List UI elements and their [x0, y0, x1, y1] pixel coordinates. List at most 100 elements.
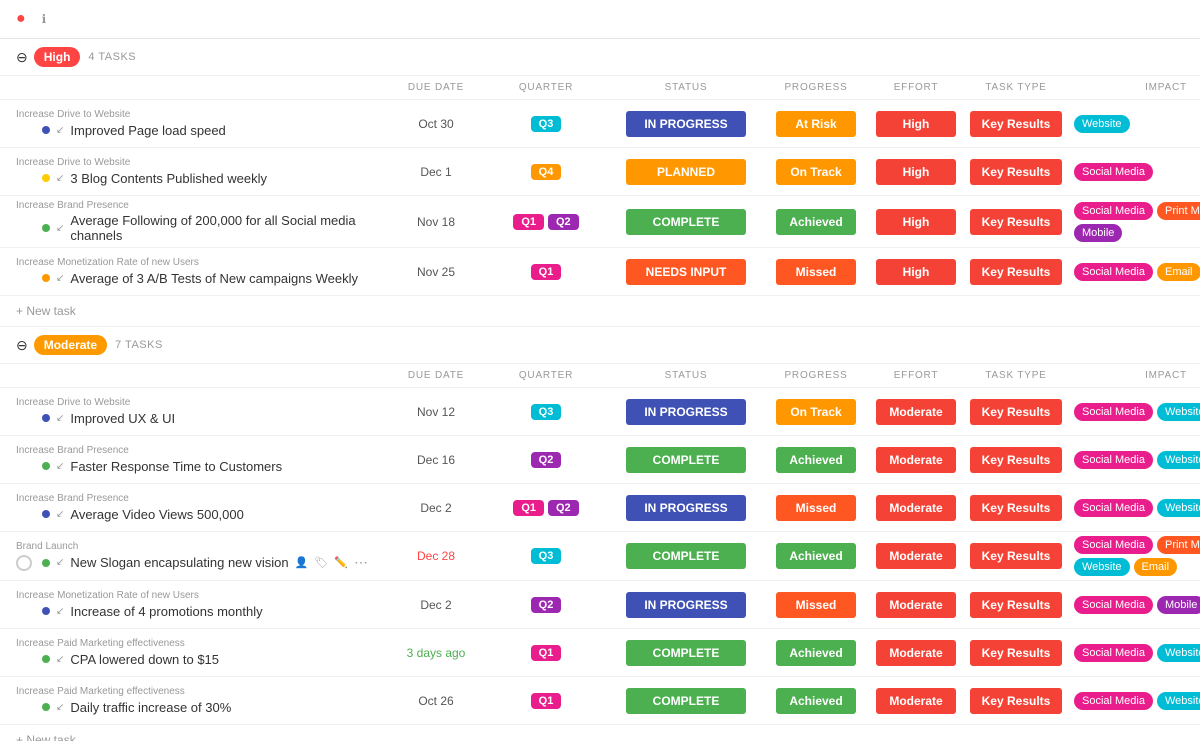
- table-row: Increase Monetization Rate of new Users …: [0, 248, 1200, 296]
- task-type-cell: Key Results: [966, 543, 1066, 569]
- subtask-icon: ↙: [56, 557, 64, 568]
- col-quarter: QUARTER: [486, 82, 606, 93]
- progress-cell: Missed: [766, 495, 866, 521]
- due-date-cell: Oct 26: [386, 694, 486, 708]
- effort-cell: Moderate: [866, 688, 966, 714]
- add-task-row[interactable]: + New task: [0, 296, 1200, 327]
- quarter-badge: Q2: [548, 500, 579, 516]
- quarter-cell: Q3: [486, 404, 606, 420]
- task-color-dot: [42, 126, 50, 134]
- impact-cell: Social MediaWebsite: [1066, 403, 1200, 421]
- effort-badge: Moderate: [876, 399, 956, 425]
- progress-badge: At Risk: [776, 111, 856, 137]
- group-toggle-high[interactable]: ⊖: [16, 49, 28, 66]
- impact-cell: Social MediaMobile: [1066, 596, 1200, 614]
- task-name-row: ↙ New Slogan encapsulating new vision 👤 …: [16, 554, 386, 571]
- task-color-dot: [42, 174, 50, 182]
- col-task-1: [16, 370, 386, 381]
- more-options-icon[interactable]: ⋯: [354, 554, 368, 571]
- effort-badge: Moderate: [876, 447, 956, 473]
- task-parent-label: Increase Drive to Website: [16, 397, 386, 408]
- col-due-date: DUE DATE: [386, 82, 486, 93]
- task-type-cell: Key Results: [966, 399, 1066, 425]
- impact-tag: Mobile: [1074, 224, 1122, 242]
- effort-cell: High: [866, 111, 966, 137]
- assign-icon[interactable]: 👤: [295, 556, 309, 569]
- due-date-cell: Nov 18: [386, 215, 486, 229]
- task-parent-label: Increase Drive to Website: [16, 157, 386, 168]
- task-parent-label: Increase Drive to Website: [16, 109, 386, 120]
- task-name-label: Improved Page load speed: [70, 123, 225, 138]
- progress-badge: On Track: [776, 159, 856, 185]
- quarter-cell: Q3: [486, 548, 606, 564]
- table-row: Increase Drive to Website ↙ Improved UX …: [0, 388, 1200, 436]
- status-cell: COMPLETE: [606, 447, 766, 473]
- impact-cell: Social MediaWebsiteMobile: [1066, 451, 1200, 469]
- impact-tag: Website: [1157, 644, 1200, 662]
- col-status-1: STATUS: [606, 370, 766, 381]
- impact-tag: Social Media: [1074, 536, 1153, 554]
- quarter-badge: Q1: [513, 214, 544, 230]
- effort-cell: Moderate: [866, 399, 966, 425]
- tag-icon[interactable]: 🏷: [314, 556, 328, 569]
- due-date-cell: Dec 1: [386, 165, 486, 179]
- effort-cell: High: [866, 209, 966, 235]
- impact-cell: Social MediaEmail: [1066, 263, 1200, 281]
- task-name-row: ↙ Faster Response Time to Customers: [16, 458, 386, 474]
- impact-tag: Social Media: [1074, 596, 1153, 614]
- impact-tag: Website: [1157, 499, 1200, 517]
- impact-cell: Social MediaWebsiteMobile: [1066, 692, 1200, 710]
- due-date-cell: Dec 2: [386, 598, 486, 612]
- edit-icon[interactable]: ✏️: [334, 556, 348, 569]
- table-row: Increase Monetization Rate of new Users …: [0, 581, 1200, 629]
- progress-badge: Missed: [776, 259, 856, 285]
- task-type-badge: Key Results: [970, 543, 1063, 569]
- quarter-badge: Q2: [548, 214, 579, 230]
- group-header-high: ⊖ High 4 TASKS: [0, 39, 1200, 76]
- task-info: Increase Brand Presence ↙ Average Follow…: [16, 200, 386, 243]
- task-parent-label: Increase Paid Marketing effectiveness: [16, 686, 386, 697]
- progress-cell: Achieved: [766, 688, 866, 714]
- impact-tag: Email: [1134, 558, 1178, 576]
- status-badge: COMPLETE: [626, 543, 746, 569]
- quarter-badge: Q1: [531, 693, 562, 709]
- task-name-row: ↙ Average Following of 200,000 for all S…: [16, 213, 386, 243]
- status-badge: IN PROGRESS: [626, 495, 746, 521]
- effort-badge: High: [876, 111, 956, 137]
- task-name-label: Average Following of 200,000 for all Soc…: [70, 213, 386, 243]
- effort-cell: Moderate: [866, 447, 966, 473]
- col-progress: PROGRESS: [766, 82, 866, 93]
- progress-badge: Missed: [776, 495, 856, 521]
- info-icon[interactable]: ℹ: [42, 12, 47, 26]
- add-task-row[interactable]: + New task: [0, 725, 1200, 741]
- table-row: Increase Paid Marketing effectiveness ↙ …: [0, 629, 1200, 677]
- progress-badge: Achieved: [776, 688, 856, 714]
- table-row: Brand Launch ↙ New Slogan encapsulating …: [0, 532, 1200, 581]
- task-name-row: ↙ 3 Blog Contents Published weekly: [16, 170, 386, 186]
- impact-tag: Social Media: [1074, 692, 1153, 710]
- task-color-dot: [42, 559, 50, 567]
- effort-badge: Moderate: [876, 592, 956, 618]
- col-quarter-1: QUARTER: [486, 370, 606, 381]
- status-badge: IN PROGRESS: [626, 399, 746, 425]
- task-checkbox[interactable]: [16, 555, 32, 571]
- task-parent-label: Increase Brand Presence: [16, 200, 386, 211]
- quarter-cell: Q1: [486, 264, 606, 280]
- effort-badge: Moderate: [876, 640, 956, 666]
- status-cell: IN PROGRESS: [606, 592, 766, 618]
- header-left: ● ℹ: [16, 10, 54, 28]
- subtask-icon: ↙: [56, 702, 64, 713]
- quarter-badge: Q2: [531, 452, 562, 468]
- task-parent-label: Brand Launch: [16, 541, 386, 552]
- quarter-badge: Q4: [531, 164, 562, 180]
- app-container: ● ℹ ⊖ High 4 TASKS DUE DATE QUARTER STAT…: [0, 0, 1200, 741]
- group-toggle-moderate[interactable]: ⊖: [16, 337, 28, 354]
- status-cell: COMPLETE: [606, 209, 766, 235]
- impact-cell: Social MediaPrint MediaWebsiteEmail: [1066, 536, 1200, 576]
- col-task: [16, 82, 386, 93]
- impact-tag: Print Media: [1157, 536, 1200, 554]
- task-type-cell: Key Results: [966, 159, 1066, 185]
- task-type-badge: Key Results: [970, 688, 1063, 714]
- progress-cell: Missed: [766, 592, 866, 618]
- quarter-cell: Q2: [486, 452, 606, 468]
